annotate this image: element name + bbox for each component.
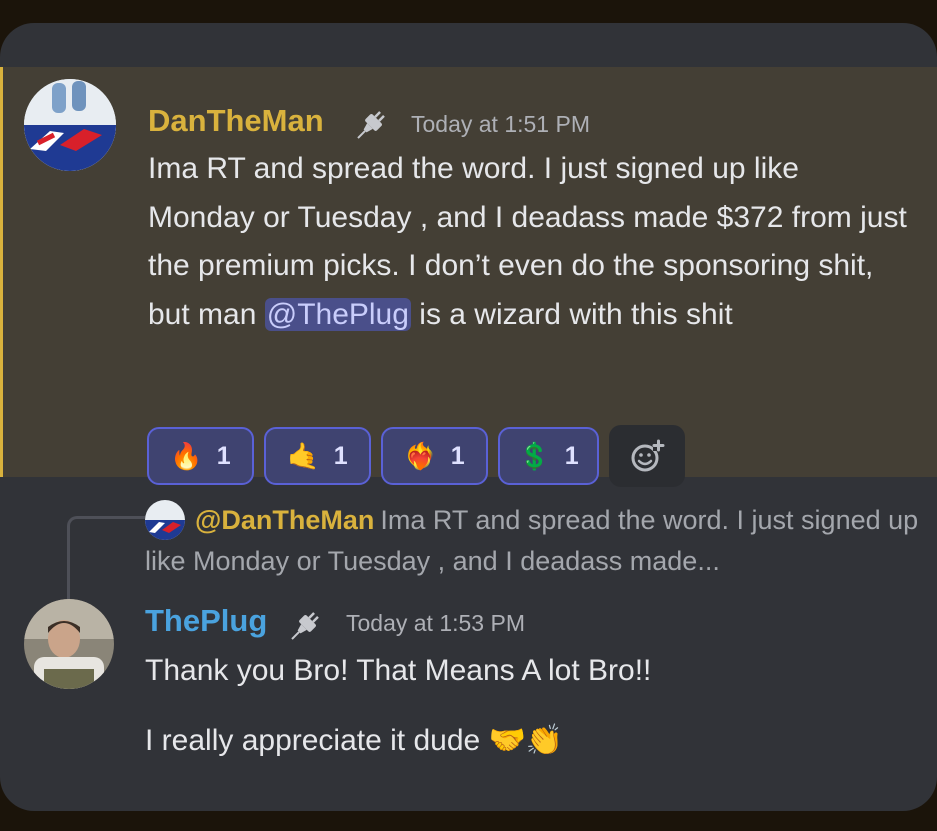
reply-mention[interactable]: @DanTheMan [195, 505, 374, 535]
message-highlighted[interactable]: DanTheMan Today at 1:51 PM Ima RT and sp… [0, 67, 937, 487]
heart-on-fire-icon: ❤️‍🔥 [404, 441, 437, 471]
call-me-hand-icon: 🤙 [287, 441, 320, 471]
user-mention[interactable]: @ThePlug [264, 297, 411, 331]
reply-preview[interactable]: @DanTheMan Ima RT and spread the word. I … [145, 500, 925, 582]
plug-icon [285, 608, 323, 651]
avatar-theplug[interactable] [24, 599, 114, 689]
add-reaction-icon [631, 439, 665, 472]
message-content-line1: Thank you Bro! That Means A lot Bro!! [145, 654, 652, 687]
reaction-call-me[interactable]: 🤙 1 [264, 427, 371, 485]
reaction-heart-on-fire[interactable]: ❤️‍🔥 1 [381, 427, 488, 485]
reaction-count: 1 [450, 441, 465, 470]
author-name[interactable]: DanTheMan [148, 103, 324, 139]
fire-icon: 🔥 [170, 441, 203, 471]
avatar-dantheman[interactable] [24, 79, 116, 171]
reply-connector [67, 516, 145, 604]
add-reaction-button[interactable] [609, 425, 685, 487]
reaction-count: 1 [216, 441, 231, 470]
reaction-count: 1 [333, 441, 348, 470]
message-content-line2: I really appreciate it dude 🤝👏 [145, 724, 564, 757]
reaction-count: 1 [564, 441, 579, 470]
chat-panel: DanTheMan Today at 1:51 PM Ima RT and sp… [0, 23, 937, 811]
plug-icon [351, 107, 389, 150]
message-content: Ima RT and spread the word. I just signe… [148, 152, 907, 331]
message-timestamp[interactable]: Today at 1:51 PM [411, 111, 590, 138]
handshake-clap-icon: 🤝👏 [488, 724, 564, 757]
reaction-dollar[interactable]: 💲 1 [498, 427, 599, 485]
author-name[interactable]: ThePlug [145, 603, 267, 639]
dollar-sign-icon: 💲 [518, 441, 551, 471]
message-timestamp[interactable]: Today at 1:53 PM [346, 610, 525, 637]
reaction-fire[interactable]: 🔥 1 [147, 427, 254, 485]
